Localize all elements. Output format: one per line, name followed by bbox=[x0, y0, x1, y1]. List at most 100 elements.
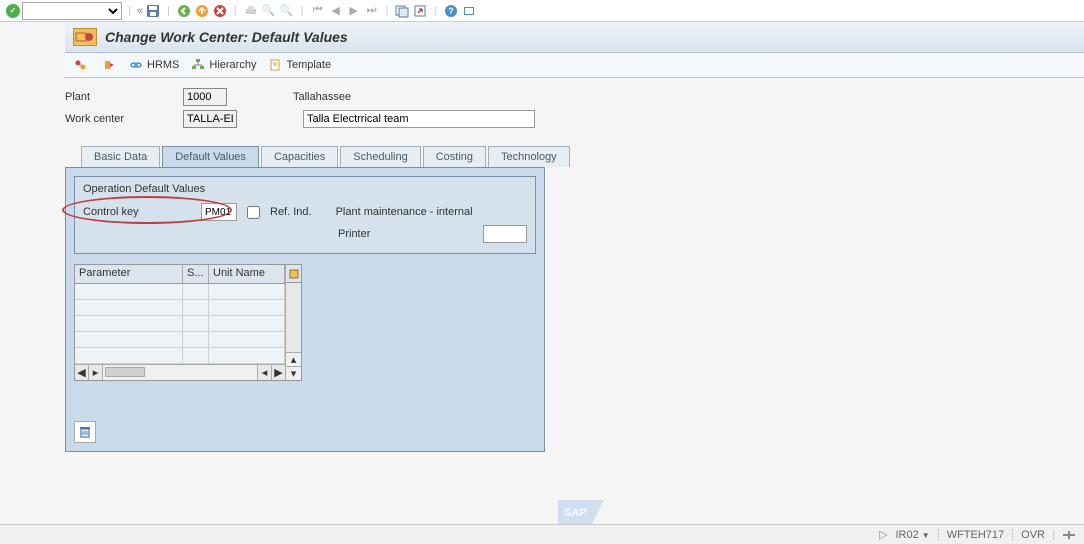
status-bar: ▷ IR02 ▼ WFTEH717 OVR bbox=[0, 524, 1084, 544]
page-title-bar: Change Work Center: Default Values bbox=[65, 22, 1084, 53]
find-icon: 🔍 bbox=[261, 3, 277, 19]
print-icon bbox=[243, 3, 259, 19]
plant-row: Plant Tallahassee bbox=[65, 86, 1076, 108]
status-ok-icon: ✓ bbox=[6, 4, 20, 18]
help-icon[interactable]: ? bbox=[443, 3, 459, 19]
attach2-icon[interactable] bbox=[101, 57, 117, 73]
plant-label: Plant bbox=[65, 91, 177, 103]
ref-ind-checkbox[interactable] bbox=[247, 206, 260, 219]
workcenter-desc-field[interactable] bbox=[303, 110, 535, 128]
table-row[interactable] bbox=[75, 300, 285, 316]
scroll-track[interactable] bbox=[103, 365, 257, 380]
last-page-icon: ⏭ bbox=[364, 3, 380, 19]
new-session-icon[interactable] bbox=[394, 3, 410, 19]
workcenter-row: Work center bbox=[65, 108, 1076, 130]
horizontal-scrollbar[interactable]: ◀ ▸ ◂ ▶ bbox=[75, 364, 285, 380]
status-host: WFTEH717 bbox=[938, 529, 1004, 541]
plant-description: Tallahassee bbox=[293, 91, 525, 103]
tab-panel: Operation Default Values Control key Ref… bbox=[65, 167, 545, 452]
separator: | bbox=[434, 5, 437, 17]
scroll-left-icon[interactable]: ◀ bbox=[75, 365, 89, 380]
template-button[interactable]: Template bbox=[268, 58, 331, 72]
control-key-desc: Plant maintenance - internal bbox=[336, 206, 473, 218]
separator: | bbox=[386, 5, 389, 17]
scroll-up-icon[interactable]: ▴ bbox=[286, 352, 301, 366]
separator: | bbox=[301, 5, 304, 17]
page-title: Change Work Center: Default Values bbox=[105, 29, 348, 45]
tab-default-values[interactable]: Default Values bbox=[162, 146, 259, 167]
separator: | bbox=[167, 5, 170, 17]
printer-label: Printer bbox=[338, 228, 381, 240]
workcenter-field[interactable] bbox=[183, 110, 237, 128]
system-toolbar: ✓ | « | | 🔍 🔍 | ⏮ ◀ ▶ ⏭ | | ? bbox=[0, 0, 1084, 22]
control-key-row: Control key Ref. Ind. Plant maintenance … bbox=[83, 201, 527, 223]
expand-icon[interactable]: ▷ bbox=[879, 528, 887, 541]
tab-technology[interactable]: Technology bbox=[488, 146, 570, 167]
table-row[interactable] bbox=[75, 332, 285, 348]
save-icon[interactable] bbox=[145, 3, 161, 19]
cancel-icon[interactable] bbox=[212, 3, 228, 19]
prev-page-icon: ◀ bbox=[328, 3, 344, 19]
group-title: Operation Default Values bbox=[83, 181, 527, 201]
svg-text:?: ? bbox=[449, 6, 455, 16]
tab-scheduling[interactable]: Scheduling bbox=[340, 146, 420, 167]
vertical-scrollbar[interactable]: ▴ ▾ bbox=[285, 265, 301, 380]
template-label: Template bbox=[286, 59, 331, 71]
scroll-right-icon[interactable]: ▶ bbox=[271, 365, 285, 380]
separator: | bbox=[234, 5, 237, 17]
table-body bbox=[75, 284, 285, 364]
scroll-track[interactable] bbox=[286, 283, 301, 352]
control-key-label: Control key bbox=[83, 206, 191, 218]
next-page-icon: ▶ bbox=[346, 3, 362, 19]
printer-field[interactable] bbox=[483, 225, 527, 243]
table-header: Parameter S... Unit Name bbox=[75, 265, 285, 284]
link-icon bbox=[129, 58, 143, 72]
first-page-icon: ⏮ bbox=[310, 3, 326, 19]
ref-ind-label: Ref. Ind. bbox=[270, 206, 312, 218]
col-unit[interactable]: Unit Name bbox=[209, 265, 285, 283]
application-toolbar: HRMS Hierarchy Template bbox=[65, 53, 1084, 78]
svg-text:SAP: SAP bbox=[564, 507, 587, 519]
hrms-button[interactable]: HRMS bbox=[129, 58, 179, 72]
table-row[interactable] bbox=[75, 284, 285, 300]
parameter-table: Parameter S... Unit Name ◀ ▸ ◂ ▶ bbox=[74, 264, 302, 381]
tab-costing[interactable]: Costing bbox=[423, 146, 486, 167]
scroll-right2-icon[interactable]: ◂ bbox=[257, 365, 271, 380]
template-icon bbox=[268, 58, 282, 72]
object-icon bbox=[73, 28, 97, 46]
table-row[interactable] bbox=[75, 316, 285, 332]
content-area: Plant Tallahassee Work center Basic Data… bbox=[0, 78, 1084, 460]
scroll-left2-icon[interactable]: ▸ bbox=[89, 365, 103, 380]
workcenter-label: Work center bbox=[65, 113, 177, 125]
scroll-thumb[interactable] bbox=[105, 367, 145, 377]
tab-strip: Basic Data Default Values Capacities Sch… bbox=[81, 146, 1076, 167]
separator: | bbox=[128, 5, 131, 17]
status-tcode: IR02 ▼ bbox=[895, 529, 929, 541]
chevron-left-icon[interactable]: « bbox=[137, 5, 143, 17]
back-icon[interactable] bbox=[176, 3, 192, 19]
operation-defaults-group: Operation Default Values Control key Ref… bbox=[74, 176, 536, 254]
layout-icon[interactable] bbox=[461, 3, 477, 19]
tab-basic-data[interactable]: Basic Data bbox=[81, 146, 160, 167]
workcenter-description bbox=[303, 110, 535, 128]
configure-icon[interactable] bbox=[286, 265, 301, 283]
hierarchy-label: Hierarchy bbox=[209, 59, 256, 71]
printer-row: Printer bbox=[83, 223, 527, 245]
shortcut-icon[interactable] bbox=[412, 3, 428, 19]
control-key-field[interactable] bbox=[201, 203, 237, 221]
hierarchy-button[interactable]: Hierarchy bbox=[191, 58, 256, 72]
status-mode: OVR bbox=[1012, 529, 1045, 541]
hierarchy-icon bbox=[191, 58, 205, 72]
hrms-label: HRMS bbox=[147, 59, 179, 71]
col-parameter[interactable]: Parameter bbox=[75, 265, 183, 283]
col-std[interactable]: S... bbox=[183, 265, 209, 283]
command-field[interactable] bbox=[22, 2, 122, 20]
delete-button[interactable] bbox=[74, 421, 96, 443]
tab-capacities[interactable]: Capacities bbox=[261, 146, 338, 167]
plant-field[interactable] bbox=[183, 88, 227, 106]
exit-icon[interactable] bbox=[194, 3, 210, 19]
status-extra-icon[interactable] bbox=[1053, 530, 1076, 540]
attach-icon[interactable] bbox=[73, 57, 89, 73]
table-row[interactable] bbox=[75, 348, 285, 364]
scroll-down-icon[interactable]: ▾ bbox=[286, 366, 301, 380]
